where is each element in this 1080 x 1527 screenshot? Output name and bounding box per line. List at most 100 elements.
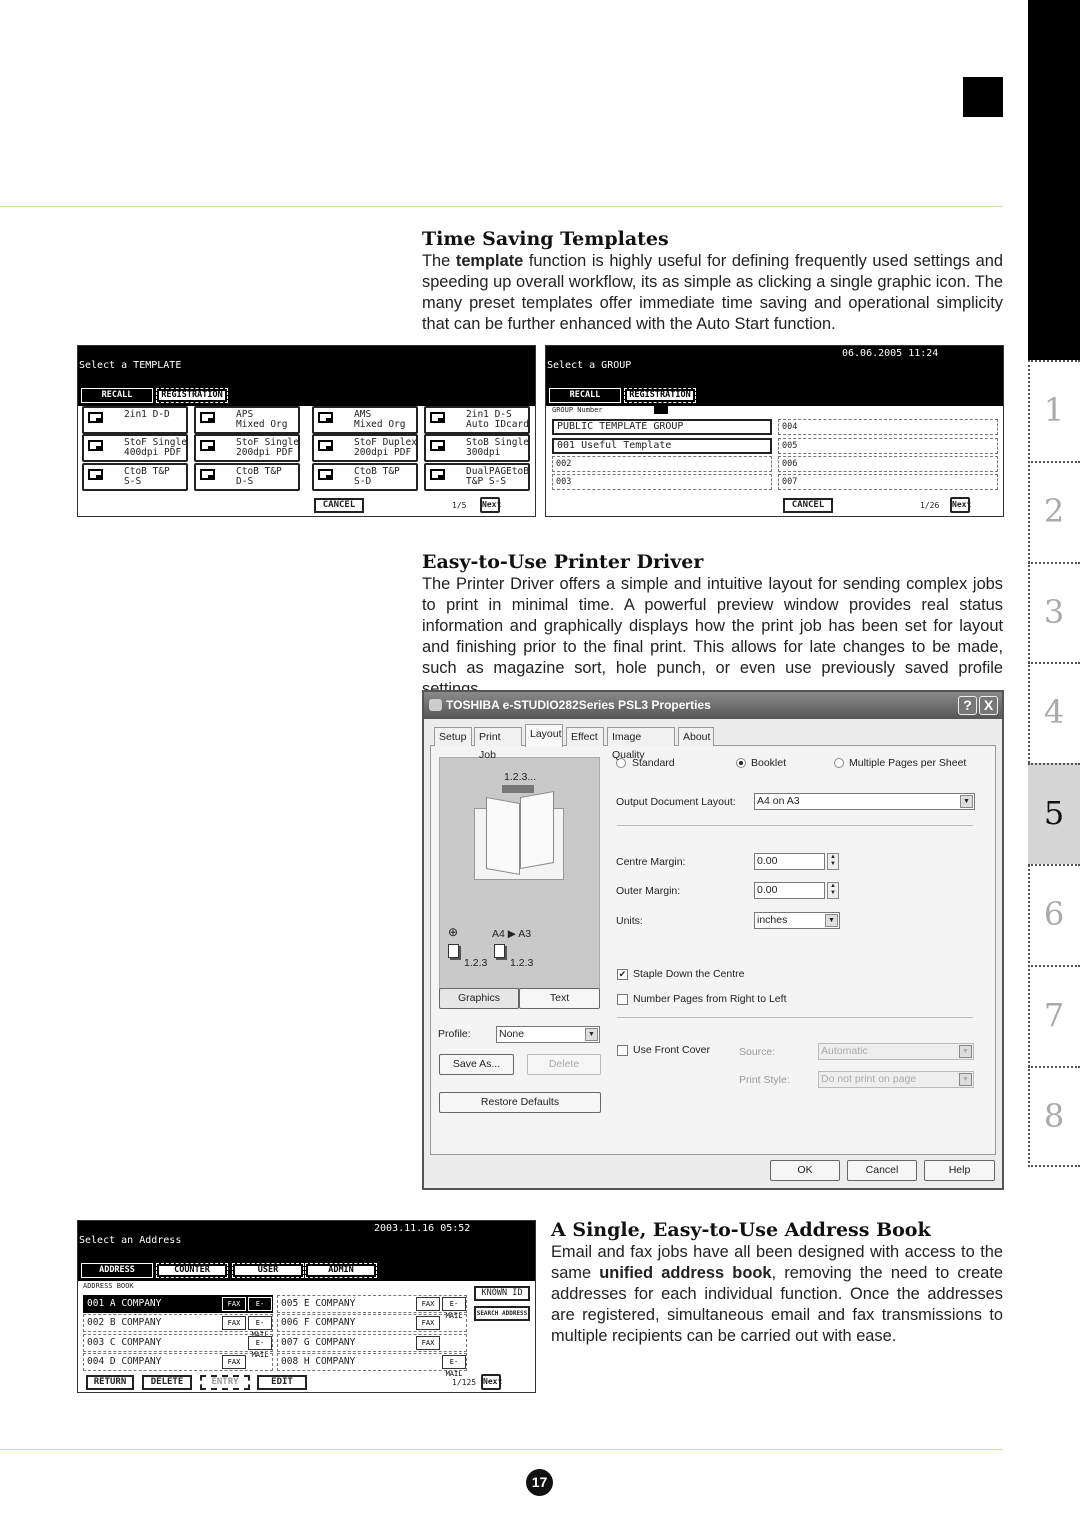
next-button[interactable]: Next	[481, 1374, 502, 1390]
template-button[interactable]: StoF Single 200dpi PDF	[194, 434, 300, 462]
centre-margin-stepper[interactable]: ▲ ▼	[827, 853, 839, 870]
group-row[interactable]: 005	[778, 438, 998, 454]
restore-defaults-button[interactable]: Restore Defaults	[439, 1092, 601, 1113]
known-id-button[interactable]: KNOWN ID	[474, 1286, 530, 1301]
tab-about[interactable]: About	[678, 727, 714, 746]
address-entry[interactable]: 006 F COMPANY FAX	[277, 1314, 467, 1332]
group-row[interactable]: 006	[778, 456, 998, 472]
print-style-select[interactable]: Do not print on page ▼	[818, 1071, 974, 1088]
outer-margin-stepper[interactable]: ▲ ▼	[827, 882, 839, 899]
template-button[interactable]: StoF Duplex 200dpi PDF	[312, 434, 418, 462]
fax-tag[interactable]: FAX	[222, 1355, 246, 1369]
template-button[interactable]: CtoB T&P S-D	[312, 463, 418, 491]
close-icon[interactable]: X	[979, 696, 998, 715]
address-entry[interactable]: 007 G COMPANY FAX	[277, 1334, 467, 1352]
chapter-tab-1[interactable]: 1	[1028, 360, 1080, 461]
fax-tag[interactable]: FAX	[416, 1316, 440, 1330]
front-cover-checkbox[interactable]	[617, 1045, 628, 1056]
radio-booklet[interactable]	[736, 758, 746, 768]
template-label: 2in1 D-S Auto IDcard	[466, 409, 529, 430]
tab-recall[interactable]: RECALL	[549, 388, 621, 403]
template-button[interactable]: StoB Single 300dpi	[424, 434, 530, 462]
template-button[interactable]: AMS Mixed Org	[312, 406, 418, 434]
template-button[interactable]: 2in1 D-D	[82, 406, 188, 434]
source-select[interactable]: Automatic ▼	[818, 1043, 974, 1060]
group-row[interactable]: 007	[778, 474, 998, 490]
cancel-button[interactable]: CANCEL	[314, 498, 364, 513]
next-button[interactable]: Next	[480, 497, 501, 513]
template-button[interactable]: StoF Single 400dpi PDF	[82, 434, 188, 462]
tab-registration[interactable]: REGISTRATION	[156, 388, 228, 403]
email-tag[interactable]: E-MAIL	[248, 1336, 272, 1359]
fax-tag[interactable]: FAX	[222, 1316, 246, 1330]
radio-multiple-pages[interactable]	[834, 758, 844, 768]
group-row[interactable]: PUBLIC TEMPLATE GROUP	[552, 419, 772, 435]
template-button[interactable]: APS Mixed Org	[194, 406, 300, 434]
address-entry[interactable]: 005 E COMPANY FAX E-MAIL	[277, 1295, 467, 1320]
group-row[interactable]: 003	[552, 474, 772, 490]
address-entry[interactable]: 003 C COMPANY E-MAIL	[83, 1334, 273, 1359]
rtl-checkbox[interactable]	[617, 994, 628, 1005]
help-button[interactable]: Help	[924, 1160, 995, 1181]
return-button[interactable]: RETURN	[86, 1375, 134, 1390]
email-tag[interactable]: E-MAIL	[442, 1297, 466, 1320]
chevron-down-icon: ▼	[960, 795, 973, 808]
cancel-button[interactable]: Cancel	[847, 1160, 917, 1181]
search-address-button[interactable]: SEARCH ADDRESS	[474, 1306, 530, 1321]
group-row[interactable]: 001 Useful Template	[552, 438, 772, 454]
template-button[interactable]: CtoB T&P S-S	[82, 463, 188, 491]
chapter-tab-2[interactable]: 2	[1028, 460, 1080, 562]
tab-effect[interactable]: Effect	[566, 727, 604, 746]
staple-checkbox[interactable]: ✔	[617, 969, 628, 980]
fax-tag[interactable]: FAX	[416, 1297, 440, 1311]
group-row[interactable]: 002	[552, 456, 772, 472]
chapter-tab-3[interactable]: 3	[1028, 561, 1080, 663]
address-entry[interactable]: 001 A COMPANYFAXE-MAIL	[83, 1295, 273, 1320]
output-layout-select[interactable]: A4 on A3 ▼	[754, 793, 975, 810]
template-button[interactable]: CtoB T&P D-S	[194, 463, 300, 491]
chapter-tab-8[interactable]: 8	[1028, 1065, 1080, 1167]
help-icon[interactable]: ?	[958, 696, 977, 715]
zoom-icon[interactable]: ⊕	[448, 925, 458, 939]
profile-select[interactable]: None ▼	[496, 1026, 600, 1043]
tab-layout[interactable]: Layout	[525, 724, 563, 747]
next-button[interactable]: Next	[950, 497, 971, 513]
fax-tag[interactable]: FAX	[416, 1336, 440, 1350]
tab-recall[interactable]: RECALL	[81, 388, 153, 403]
tab-counter[interactable]: COUNTER	[156, 1263, 228, 1278]
group-row[interactable]: 004	[778, 419, 998, 435]
tab-address[interactable]: ADDRESS	[81, 1263, 153, 1278]
email-tag[interactable]: E-MAIL	[442, 1355, 466, 1378]
address-entry[interactable]: 008 H COMPANY E-MAIL	[277, 1353, 467, 1378]
edit-button[interactable]: EDIT	[257, 1375, 307, 1390]
units-select[interactable]: inches ▼	[754, 912, 840, 929]
template-button[interactable]: DualPAGEtoB T&P S-S	[424, 463, 530, 491]
tab-admin[interactable]: ADMIN	[305, 1263, 377, 1278]
chapter-tab-7[interactable]: 7	[1028, 964, 1080, 1066]
graphics-button[interactable]: Graphics	[439, 988, 519, 1009]
address-entry[interactable]: 004 D COMPANY FAX	[83, 1353, 273, 1371]
text-button[interactable]: Text	[519, 988, 600, 1009]
cancel-button[interactable]: CANCEL	[783, 498, 833, 513]
tab-image-quality[interactable]: Image Quality	[607, 727, 675, 761]
fax-tag[interactable]: FAX	[222, 1297, 246, 1311]
entry-button[interactable]: ENTRY	[200, 1375, 250, 1390]
address-entry[interactable]: 002 B COMPANY FAX E-MAIL	[83, 1314, 273, 1339]
delete-button[interactable]: Delete	[527, 1054, 601, 1075]
email-tag[interactable]: E-MAIL	[248, 1297, 272, 1320]
email-tag[interactable]: E-MAIL	[248, 1316, 272, 1339]
template-button[interactable]: 2in1 D-S Auto IDcard	[424, 406, 530, 434]
chapter-tab-5[interactable]: 5	[1028, 763, 1080, 865]
chapter-tab-4[interactable]: 4	[1028, 662, 1080, 763]
centre-margin-input[interactable]: 0.00	[754, 853, 825, 870]
chapter-tab-6[interactable]: 6	[1028, 864, 1080, 965]
group-number-field[interactable]	[654, 406, 668, 414]
tab-setup[interactable]: Setup	[434, 727, 472, 746]
tab-print-job[interactable]: Print Job	[474, 727, 522, 761]
ok-button[interactable]: OK	[770, 1160, 840, 1181]
delete-button[interactable]: DELETE	[142, 1375, 192, 1390]
save-as-button[interactable]: Save As...	[439, 1054, 514, 1075]
tab-user[interactable]: USER	[232, 1263, 304, 1278]
outer-margin-input[interactable]: 0.00	[754, 882, 825, 899]
tab-registration[interactable]: REGISTRATION	[624, 388, 696, 403]
